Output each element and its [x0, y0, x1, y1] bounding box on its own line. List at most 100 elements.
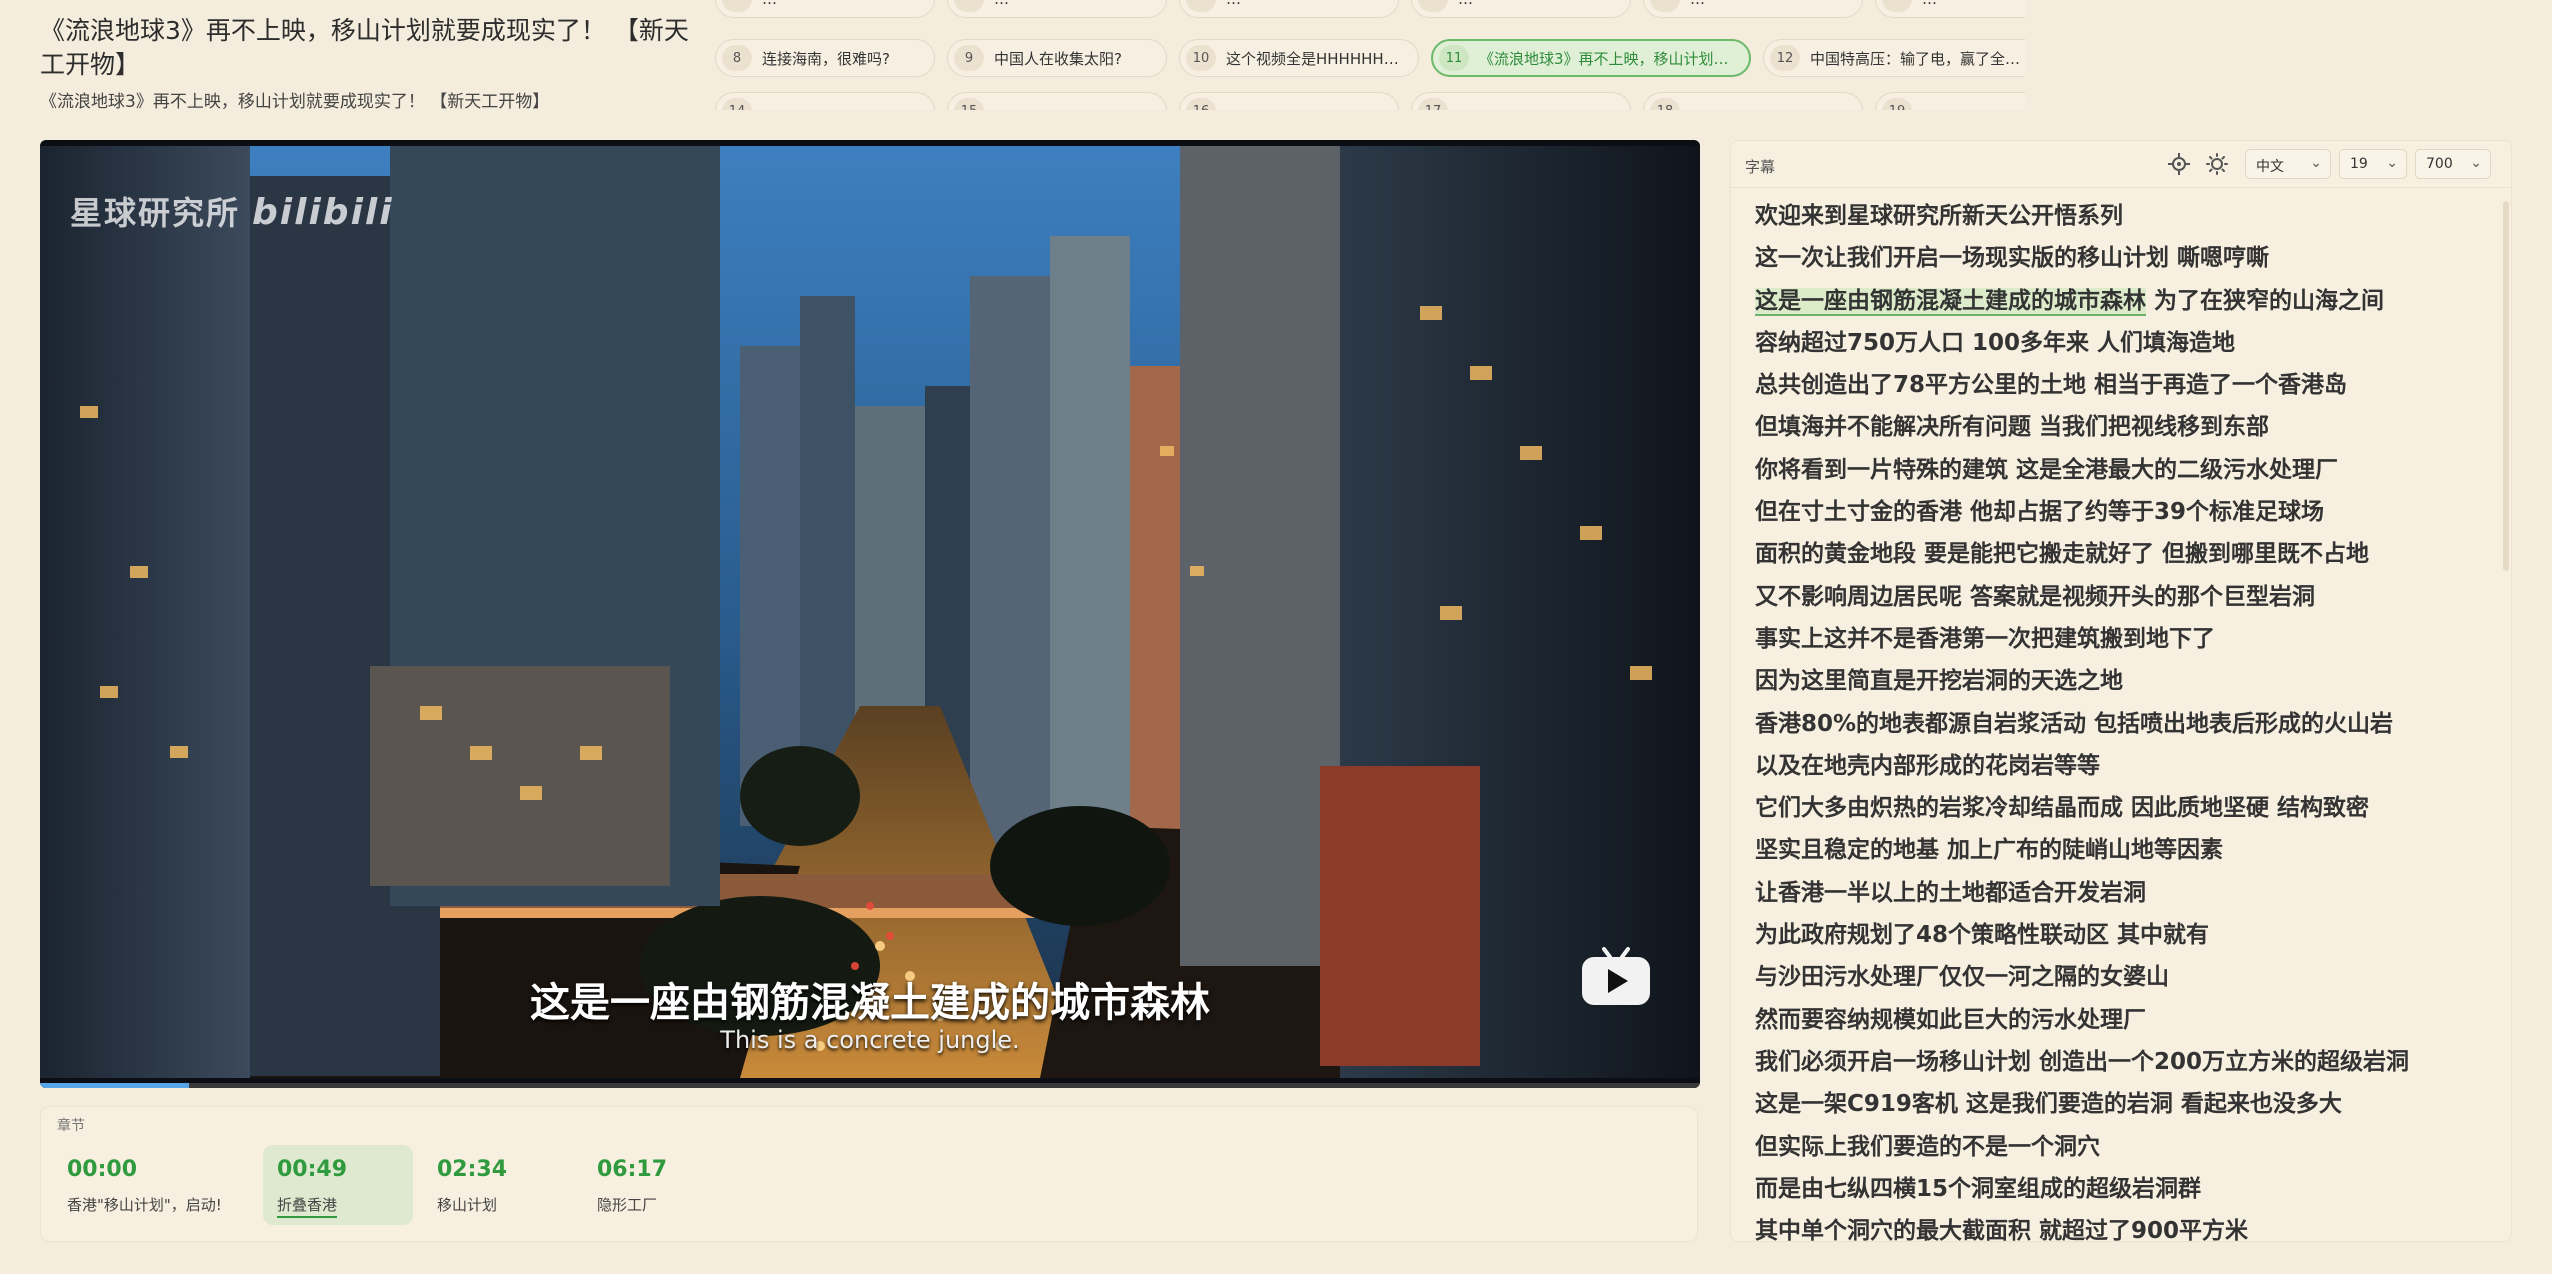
chapter-item[interactable]: 06:17 隐形工厂	[583, 1145, 733, 1225]
subtitle-line[interactable]: 你将看到一片特殊的建筑 这是全港最大的二级污水处理厂	[1755, 449, 2471, 491]
episode-chip[interactable]: 18…	[1643, 92, 1863, 110]
episode-chip[interactable]: …	[1179, 0, 1399, 18]
episode-list: … … … … … … 8 连接海南，很难吗? 9 中国人在收集太阳? 10 这个视频全是HHHHH…	[715, 0, 2025, 110]
chapter-time: 02:34	[437, 1157, 508, 1182]
episode-number: 12	[1770, 45, 1800, 71]
subtitle-header: 字幕 中文 ⌄ 19 ⌄ 700 ⌄	[1731, 141, 2511, 188]
video-subtitle-zh: 这是一座由钢筋混凝土建成的城市森林	[530, 980, 1210, 1026]
episode-row: 14…15…16…17…18…19…20…	[715, 92, 2025, 110]
progress-track[interactable]	[40, 1083, 1700, 1088]
episode-chip[interactable]: 12 中国特高压：输了电，赢了全世界	[1763, 39, 2025, 77]
chapter-name: 香港"移山计划"，启动!	[67, 1196, 222, 1214]
progress-fill	[40, 1083, 190, 1088]
episode-number	[1418, 0, 1448, 12]
video-player[interactable]: 星球研究所 bilibili 这是一座由钢筋混凝土建成的城市森林 This is …	[40, 140, 1700, 1088]
episode-label: …	[762, 102, 777, 110]
episode-label: …	[1922, 102, 1937, 110]
subtitle-line[interactable]: 它们大多由炽热的岩浆冷却结晶而成 因此质地坚硬 结构致密	[1755, 787, 2471, 829]
brightness-icon[interactable]	[2205, 152, 2229, 176]
subtitle-line[interactable]: 其中单个洞穴的最大截面积 就超过了900平方米	[1755, 1210, 2471, 1241]
episode-chip[interactable]: …	[1875, 0, 2025, 18]
scrollbar[interactable]	[2503, 201, 2509, 571]
video-frame-cityscape	[40, 146, 1700, 1078]
episode-number: 8	[722, 45, 752, 71]
episode-number: 11	[1439, 45, 1469, 71]
subtitle-line[interactable]: 以及在地壳内部形成的花岗岩等等	[1755, 745, 2471, 787]
video-title-block: 《流浪地球3》再不上映，移山计划就要成现实了！ 【新天工开物】 《流浪地球3》再…	[40, 14, 690, 114]
episode-row: … … … … … …	[715, 0, 2025, 20]
episode-label: …	[1690, 0, 1705, 8]
episode-number	[1650, 0, 1680, 12]
subtitle-line[interactable]: 容纳超过750万人口 100多年来 人们填海造地	[1755, 322, 2471, 364]
subtitle-line[interactable]: 我们必须开启一场移山计划 创造出一个200万立方米的超级岩洞	[1755, 1041, 2471, 1083]
chapter-item-active[interactable]: 00:49 折叠香港	[263, 1145, 413, 1225]
episode-number: 18	[1650, 98, 1680, 110]
episode-chip[interactable]: 17 …	[1411, 92, 1631, 110]
subtitle-line[interactable]: 面积的黄金地段 要是能把它搬走就好了 但搬到哪里既不占地	[1755, 533, 2471, 575]
episode-label: 中国人在收集太阳?	[994, 49, 1122, 68]
episode-chip[interactable]: 10 这个视频全是HHHHHHHHH	[1179, 39, 1419, 77]
episode-chip[interactable]: 8 连接海南，很难吗?	[715, 39, 935, 77]
subtitle-line[interactable]: 但实际上我们要造的不是一个洞穴	[1755, 1126, 2471, 1168]
episode-label: …	[1226, 102, 1241, 110]
subtitle-line[interactable]: 而是由七纵四横15个洞室组成的超级岩洞群	[1755, 1168, 2471, 1210]
language-select[interactable]: 中文 ⌄	[2245, 149, 2331, 179]
episode-chip[interactable]: …	[947, 0, 1167, 18]
subtitle-line[interactable]: 香港80%的地表都源自岩浆活动 包括喷出地表后形成的火山岩	[1755, 703, 2471, 745]
chevron-down-icon: ⌄	[2310, 155, 2322, 171]
episode-number: 10	[1186, 45, 1216, 71]
subtitle-line[interactable]: 但在寸土寸金的香港 他却占据了约等于39个标准足球场	[1755, 491, 2471, 533]
chapter-item[interactable]: 02:34 移山计划	[423, 1145, 573, 1225]
episode-chip[interactable]: 9 中国人在收集太阳?	[947, 39, 1167, 77]
chapter-name: 折叠香港	[277, 1194, 338, 1218]
chapter-heading: 章节	[57, 1118, 85, 1134]
subtitle-line-current[interactable]: 这是一座由钢筋混凝土建成的城市森林 为了在狭窄的山海之间	[1755, 280, 2471, 322]
episode-chip[interactable]: 15…	[947, 92, 1167, 110]
episode-chip[interactable]: 14…	[715, 92, 935, 110]
subtitle-line[interactable]: 但填海并不能解决所有问题 当我们把视线移到东部	[1755, 406, 2471, 448]
episode-label: …	[762, 0, 777, 8]
subtitle-line[interactable]: 因为这里简直是开挖岩洞的天选之地	[1755, 660, 2471, 702]
subtitle-line[interactable]: 然而要容纳规模如此巨大的污水处理厂	[1755, 999, 2471, 1041]
subtitle-list: 欢迎来到星球研究所新天公开悟系列 这一次让我们开启一场现实版的移山计划 嘶嗯哼嘶这…	[1755, 195, 2471, 1241]
episode-chip[interactable]: …	[1643, 0, 1863, 18]
episode-chip-active[interactable]: 11 《流浪地球3》再不上映，移山计划…	[1431, 39, 1751, 77]
episode-number: 17	[1418, 98, 1448, 110]
subtitle-line[interactable]: 欢迎来到星球研究所新天公开悟系列	[1755, 195, 2471, 237]
locate-icon[interactable]	[2167, 152, 2191, 176]
font-size-select[interactable]: 19 ⌄	[2339, 149, 2407, 179]
episode-label: …	[1458, 102, 1473, 110]
episode-label: 《流浪地球3》再不上映，移山计划…	[1479, 49, 1729, 68]
chapter-time: 00:00	[67, 1157, 138, 1182]
subtitle-line[interactable]: 这是一架C919客机 这是我们要造的岩洞 看起来也没多大	[1755, 1083, 2471, 1125]
chevron-down-icon: ⌄	[2386, 155, 2398, 171]
episode-number: 19	[1882, 98, 1912, 110]
subtitle-line[interactable]: 与沙田污水处理厂仅仅一河之隔的女婆山	[1755, 956, 2471, 998]
episode-row: 8 连接海南，很难吗? 9 中国人在收集太阳? 10 这个视频全是HHHHHHHHH 11 《…	[715, 39, 2025, 79]
episode-chip[interactable]: …	[715, 0, 935, 18]
subtitle-line[interactable]: 事实上这并不是香港第一次把建筑搬到地下了	[1755, 618, 2471, 660]
episode-number	[1186, 0, 1216, 12]
episode-chip[interactable]: …	[1411, 0, 1631, 18]
subtitle-line[interactable]: 为此政府规划了48个策略性联动区 其中就有	[1755, 914, 2471, 956]
subtitle-line-rest: 为了在狭窄的山海之间	[2154, 287, 2385, 314]
video-subtitle-en: This is a concrete jungle.	[720, 1026, 1020, 1054]
subtitle-line[interactable]: 总共创造出了78平方公里的土地 相当于再造了一个香港岛	[1755, 364, 2471, 406]
episode-label: …	[1458, 0, 1473, 8]
tv-play-icon[interactable]	[1580, 945, 1652, 1007]
subtitle-line[interactable]: 这一次让我们开启一场现实版的移山计划 嘶嗯哼嘶	[1755, 237, 2471, 279]
episode-number: 9	[954, 45, 984, 71]
episode-number: 15	[954, 98, 984, 110]
chapter-item[interactable]: 00:00 香港"移山计划"，启动!	[53, 1145, 222, 1225]
bilibili-watermark: 星球研究所 bilibili	[70, 188, 394, 234]
subtitle-line[interactable]: 坚实且稳定的地基 加上广布的陡峭山地等因素	[1755, 829, 2471, 871]
subtitle-line[interactable]: 又不影响周边居民呢 答案就是视频开头的那个巨型岩洞	[1755, 576, 2471, 618]
episode-chip[interactable]: 16 …	[1179, 92, 1399, 110]
font-weight-select[interactable]: 700 ⌄	[2415, 149, 2491, 179]
chapter-panel: 章节 00:00 香港"移山计划"，启动! 00:49 折叠香港 02:34 移…	[40, 1106, 1698, 1242]
font-weight-value: 700	[2426, 156, 2453, 172]
episode-number: 16	[1186, 98, 1216, 110]
chapter-time: 06:17	[597, 1157, 668, 1182]
subtitle-line[interactable]: 让香港一半以上的土地都适合开发岩洞	[1755, 872, 2471, 914]
episode-chip[interactable]: 19 …	[1875, 92, 2025, 110]
